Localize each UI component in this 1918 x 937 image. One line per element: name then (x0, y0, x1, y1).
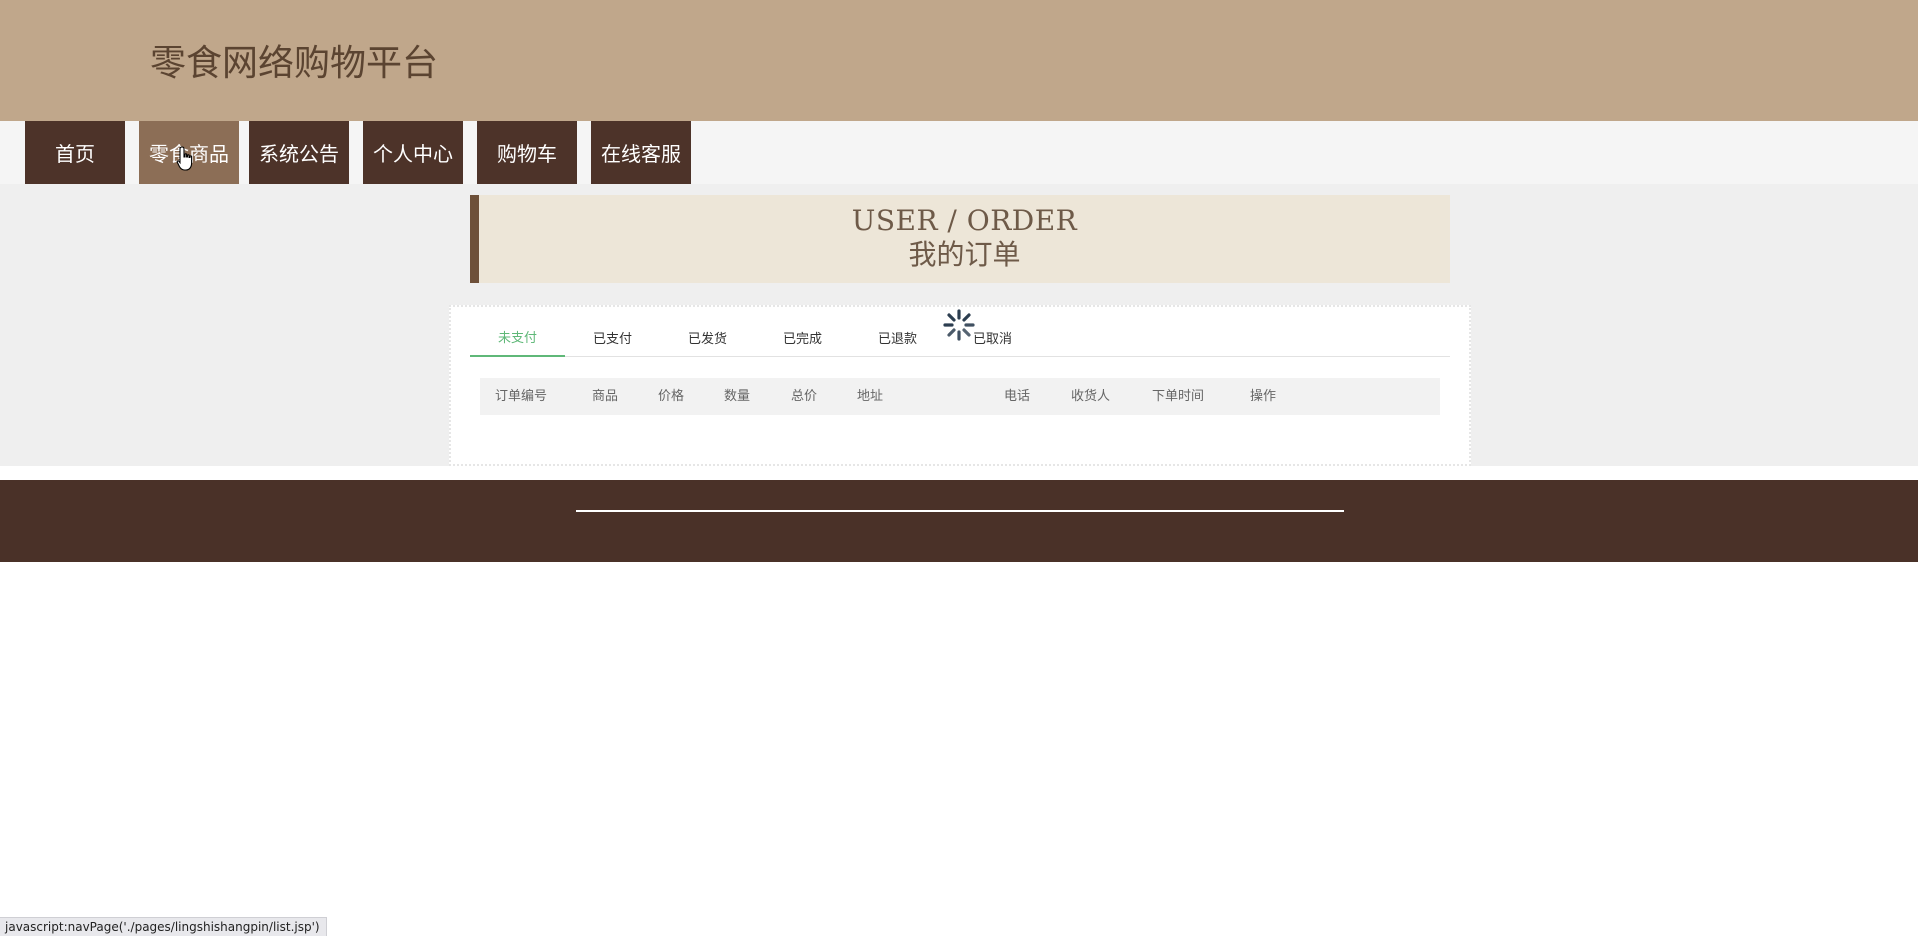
tab-paid[interactable]: 已支付 (565, 318, 660, 356)
browser-status-bar: javascript:navPage('./pages/lingshishang… (0, 917, 327, 936)
site-header: 零食网络购物平台 (0, 0, 1918, 121)
nav-item-online-service[interactable]: 在线客服 (591, 121, 691, 184)
column-header-recipient: 收货人 (1071, 389, 1111, 404)
column-header-quantity: 数量 (724, 389, 751, 404)
nav-item-home[interactable]: 首页 (25, 121, 125, 184)
site-title: 零食网络购物平台 (150, 43, 439, 84)
page-banner: USER / ORDER 我的订单 (470, 195, 1450, 283)
column-header-product: 商品 (592, 389, 619, 404)
nav-item-announcements[interactable]: 系统公告 (249, 121, 349, 184)
banner-title-en: USER / ORDER (851, 204, 1078, 237)
tab-unpaid[interactable]: 未支付 (470, 318, 565, 357)
site-footer (0, 480, 1918, 562)
tab-shipped[interactable]: 已发货 (660, 318, 755, 356)
banner-title-cn: 我的订单 (908, 238, 1021, 271)
hand-pointer-cursor-icon (176, 146, 193, 171)
footer-divider (576, 510, 1344, 512)
main-nav: 首页 零食商品 系统公告 个人中心 购物车 在线客服 (0, 121, 1918, 184)
nav-item-cart[interactable]: 购物车 (477, 121, 577, 184)
loading-spinner-icon (943, 309, 975, 341)
column-header-phone: 电话 (1004, 389, 1031, 404)
column-header-address: 地址 (857, 389, 884, 404)
tab-completed[interactable]: 已完成 (755, 318, 850, 356)
column-header-total: 总价 (791, 389, 818, 404)
column-header-order-number: 订单编号 (495, 389, 548, 404)
column-header-actions: 操作 (1250, 389, 1277, 404)
column-header-order-time: 下单时间 (1152, 389, 1205, 404)
tab-refunded[interactable]: 已退款 (850, 318, 945, 356)
column-header-price: 价格 (658, 389, 685, 404)
orders-table-header: 订单编号 商品 价格 数量 总价 地址 电话 收货人 下单时间 操作 (480, 378, 1440, 415)
nav-item-personal-center[interactable]: 个人中心 (363, 121, 463, 184)
